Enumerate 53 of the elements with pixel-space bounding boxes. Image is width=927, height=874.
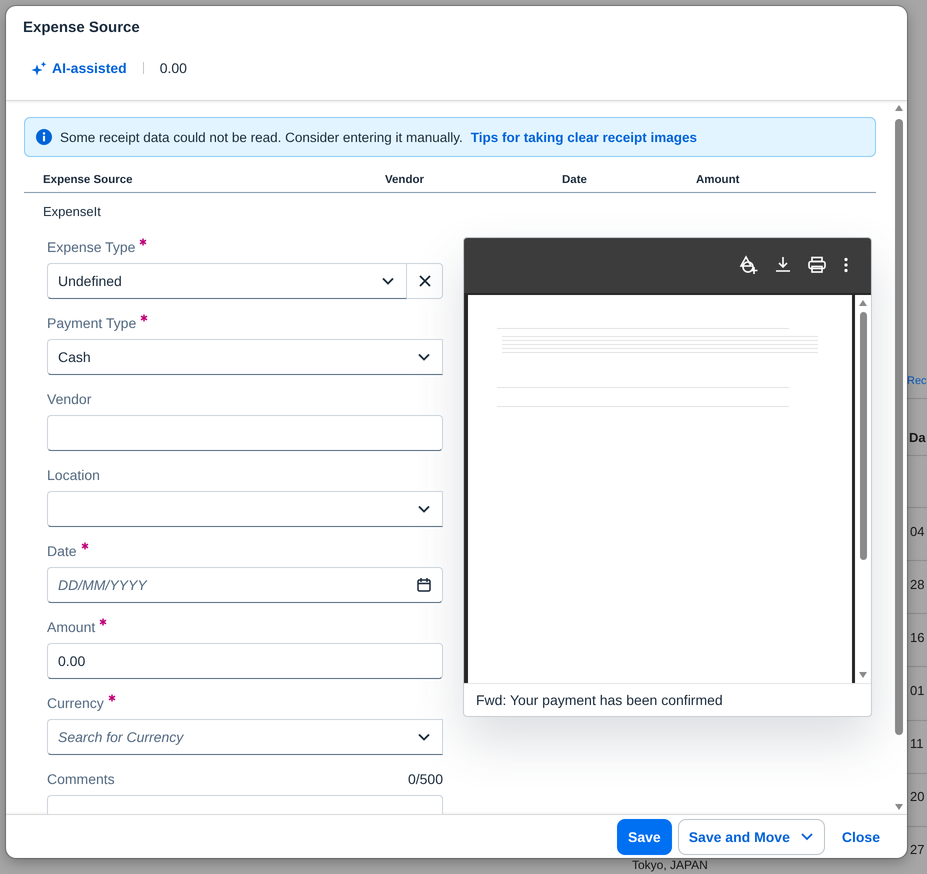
tips-link[interactable]: Tips for taking clear receipt images bbox=[470, 130, 698, 144]
select-field[interactable]: Cash bbox=[47, 339, 443, 375]
location-text: Tokyo, JAPAN bbox=[632, 858, 708, 872]
column-header: Expense Source bbox=[43, 174, 132, 186]
field-label: Expense Type bbox=[47, 238, 136, 257]
download-icon[interactable] bbox=[775, 256, 791, 274]
character-counter: 0/500 bbox=[408, 770, 443, 789]
table-cell: 28 bbox=[910, 577, 924, 592]
table-cell: ExpenseIt bbox=[43, 204, 101, 218]
chevron-down-icon bbox=[417, 352, 431, 362]
chevron-down-icon bbox=[417, 732, 431, 742]
field-label: Currency bbox=[47, 694, 104, 713]
save-and-move-button[interactable]: Save and Move bbox=[678, 818, 825, 854]
close-icon bbox=[418, 275, 430, 287]
total-amount: 0.00 bbox=[160, 60, 187, 76]
clear-button[interactable] bbox=[407, 263, 443, 299]
field-label: Payment Type bbox=[47, 314, 136, 333]
document-title: Fwd: Your payment has been confirmed bbox=[476, 692, 723, 708]
chevron-down-icon bbox=[800, 832, 814, 841]
field-label: Location bbox=[47, 466, 100, 485]
column-header: Da bbox=[909, 430, 926, 445]
dialog-title: Expense Source bbox=[23, 18, 140, 38]
select-field[interactable] bbox=[47, 491, 443, 527]
date-field[interactable]: DD/MM/YYYY bbox=[47, 567, 443, 603]
more-options-icon[interactable] bbox=[843, 257, 849, 274]
info-message: Some receipt data could not be read. Consider entering it manually. bbox=[60, 130, 463, 144]
field-label: Amount bbox=[47, 618, 96, 637]
table-cell: 20 bbox=[910, 789, 924, 804]
calendar-icon bbox=[417, 578, 431, 592]
column-header: Date bbox=[562, 174, 587, 186]
table-cell: 04 bbox=[910, 524, 924, 539]
input-field[interactable]: 0.00 bbox=[47, 643, 443, 679]
column-header: Vendor bbox=[385, 174, 424, 186]
table-cell: 27 bbox=[910, 842, 924, 857]
table-cell: 11 bbox=[910, 736, 924, 751]
sparkle-icon bbox=[31, 60, 47, 76]
input-field[interactable] bbox=[47, 415, 443, 451]
info-icon bbox=[36, 129, 52, 145]
table-cell: 01 bbox=[910, 683, 924, 698]
table-cell: 16 bbox=[910, 630, 924, 645]
chevron-down-icon bbox=[381, 276, 395, 286]
search-select-field[interactable]: Search for Currency bbox=[47, 719, 443, 755]
field-label: Date bbox=[47, 542, 77, 561]
save-button[interactable]: Save bbox=[617, 818, 672, 854]
shapes-plus-icon[interactable] bbox=[739, 255, 759, 276]
print-icon[interactable] bbox=[807, 256, 827, 274]
ai-assisted-link[interactable]: AI-assisted bbox=[31, 60, 127, 76]
scrollbar[interactable] bbox=[855, 294, 871, 683]
select-field[interactable]: Undefined bbox=[47, 263, 407, 299]
column-header: Amount bbox=[696, 174, 740, 186]
field-label: Vendor bbox=[47, 390, 92, 409]
chevron-down-icon bbox=[417, 504, 431, 514]
field-label: Comments bbox=[47, 770, 115, 789]
